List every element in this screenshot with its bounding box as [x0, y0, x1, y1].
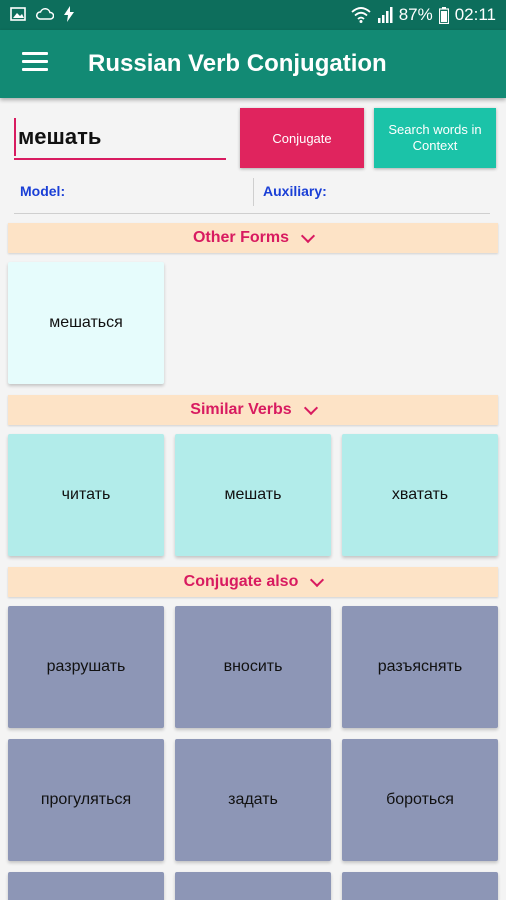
app-bar: Russian Verb Conjugation [0, 30, 506, 98]
similar-verb-card[interactable]: хватать [342, 434, 498, 556]
similar-verbs-header[interactable]: Similar Verbs [8, 395, 498, 425]
related-verb-card-partial[interactable] [342, 872, 498, 900]
other-form-card[interactable]: мешаться [8, 262, 164, 384]
fields-underline [14, 213, 490, 214]
search-context-button[interactable]: Search words in Context [374, 108, 496, 168]
menu-icon[interactable] [22, 52, 48, 74]
verb-input[interactable] [14, 118, 225, 156]
chevron-down-icon [303, 400, 318, 415]
conjugate-also-header[interactable]: Conjugate also [8, 567, 498, 597]
cloud-icon [36, 8, 54, 20]
other-forms-header[interactable]: Other Forms [8, 223, 498, 253]
status-bar: 87% 02:11 [0, 0, 506, 30]
field-divider [253, 178, 254, 206]
battery-icon [438, 6, 449, 24]
verb-input-field[interactable] [14, 118, 226, 160]
chevron-down-icon [300, 228, 316, 243]
similar-verb-card[interactable]: мешать [175, 434, 331, 556]
conjugate-button[interactable]: Conjugate [240, 108, 364, 168]
related-verb-card[interactable]: бороться [342, 739, 498, 861]
related-verb-card-partial[interactable] [175, 872, 331, 900]
related-verb-card[interactable]: задать [175, 739, 331, 861]
conjugate-also-title: Conjugate also [183, 573, 299, 590]
clock: 02:11 [454, 5, 496, 24]
app-title: Russian Verb Conjugation [88, 50, 387, 77]
related-verb-card[interactable]: разъяснять [342, 606, 498, 728]
chevron-down-icon [310, 572, 325, 587]
model-label: Model: [20, 183, 66, 199]
related-verb-card[interactable]: вносить [175, 606, 331, 728]
signal-icon [377, 7, 393, 23]
gallery-icon [10, 7, 26, 21]
related-verb-card[interactable]: прогуляться [8, 739, 164, 861]
wifi-icon [351, 7, 371, 23]
other-forms-title: Other Forms [192, 229, 289, 246]
similar-verb-card[interactable]: читать [8, 434, 164, 556]
battery-percent: 87% [398, 5, 433, 24]
related-verb-card[interactable]: разрушать [8, 606, 164, 728]
flash-icon [64, 6, 74, 22]
similar-verbs-title: Similar Verbs [190, 401, 292, 418]
auxiliary-label: Auxiliary: [263, 183, 327, 199]
related-verb-card-partial[interactable] [8, 872, 164, 900]
